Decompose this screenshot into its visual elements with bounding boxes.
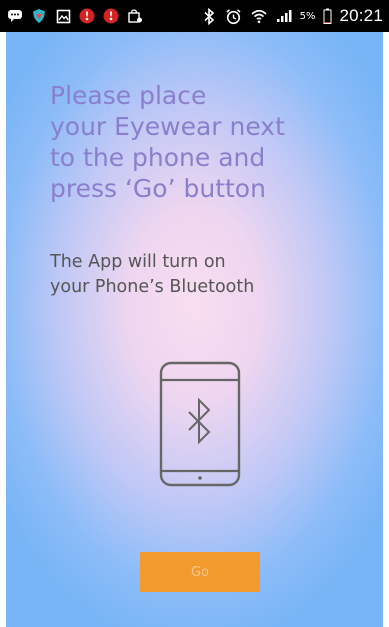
battery-percent: 5% (299, 10, 316, 22)
go-button[interactable]: Go (140, 552, 260, 592)
bluetooth-icon (200, 7, 218, 25)
phone-bluetooth-icon (159, 361, 241, 487)
yelp-icon (102, 7, 120, 25)
instruction-heading: Please place your Eyewear next to the ph… (50, 81, 285, 203)
chat-icon (6, 7, 24, 25)
shield-icon (30, 7, 48, 25)
signal-icon (275, 7, 293, 25)
image-icon (54, 7, 72, 25)
app-window: 5% 20:21 Please place your Eyewear next … (0, 0, 389, 627)
system-status: 5% 20:21 (200, 6, 383, 26)
alarm-icon (225, 7, 243, 25)
shopping-bag-icon (126, 7, 144, 25)
pairing-screen: Please place your Eyewear next to the ph… (6, 32, 383, 627)
battery-icon (322, 7, 332, 25)
yelp-icon (78, 7, 96, 25)
status-bar: 5% 20:21 (0, 0, 389, 32)
clock-time: 20:21 (339, 6, 383, 25)
wifi-icon (250, 7, 268, 25)
notification-icons (6, 7, 144, 25)
bluetooth-notice: The App will turn on your Phone’s Blueto… (50, 252, 255, 297)
